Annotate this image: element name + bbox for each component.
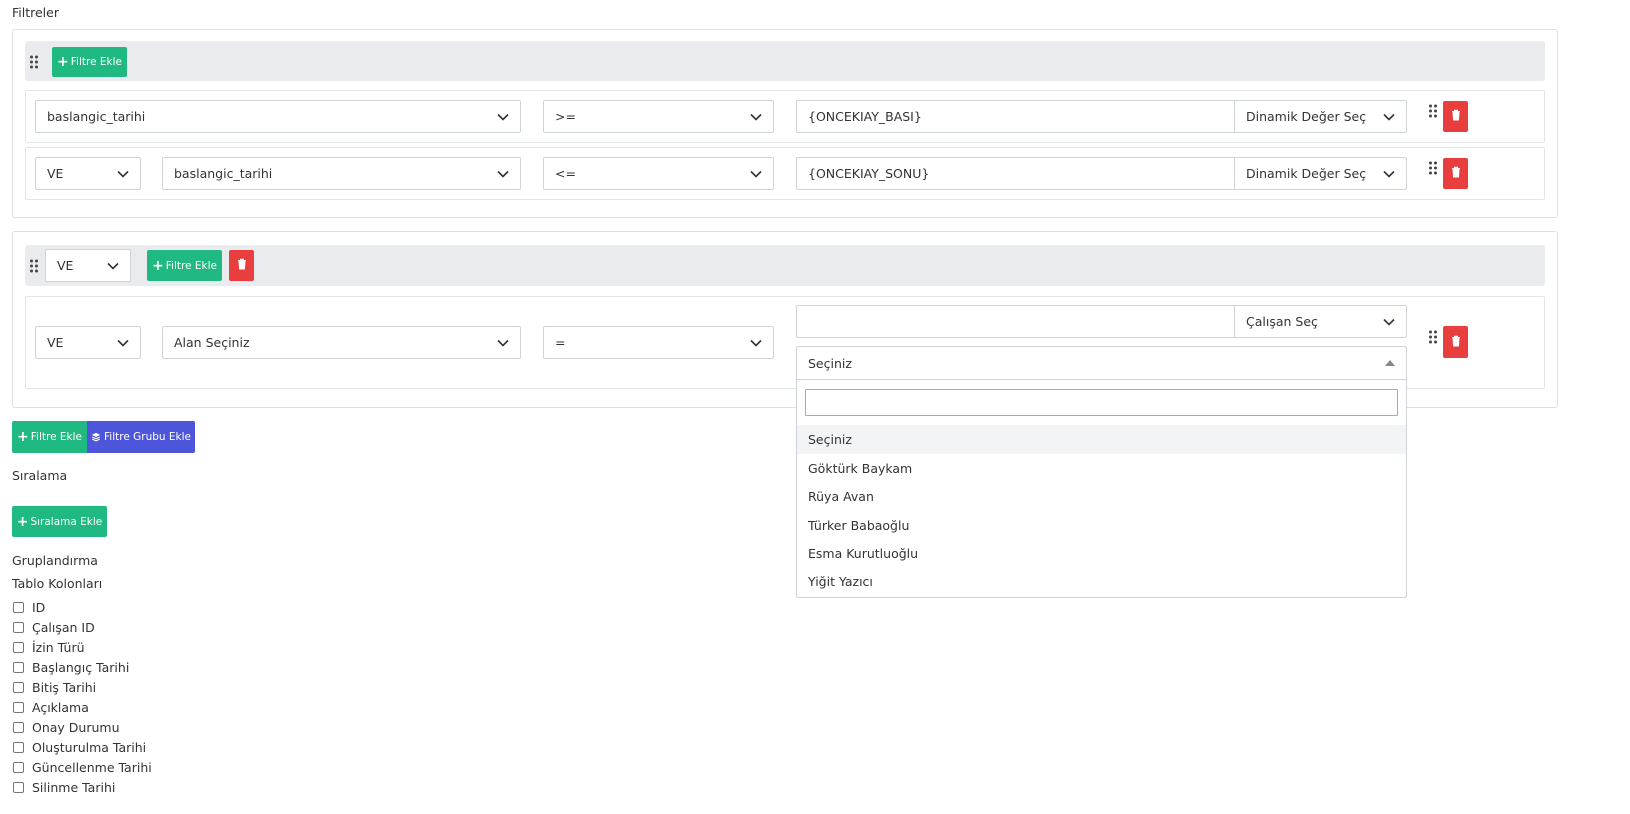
delete-row-button[interactable] <box>1443 158 1468 189</box>
grouping-title: Gruplandırma <box>12 553 98 568</box>
dropdown-option[interactable]: Esma Kurutluoğlu <box>797 539 1406 568</box>
value-input[interactable]: {ONCEKIAY_SONU} <box>796 157 1235 190</box>
add-filter-group-button[interactable]: Filtre Grubu Ekle <box>87 421 195 453</box>
employee-dropdown: Seçiniz Göktürk Baykam Rüya Avan Türker … <box>796 379 1407 598</box>
trash-icon <box>1451 166 1461 181</box>
plus-icon: + <box>152 257 164 274</box>
column-checkbox[interactable]: Başlangıç Tarihi <box>13 657 313 677</box>
checkbox[interactable] <box>13 761 24 773</box>
chevron-down-icon <box>497 339 509 347</box>
add-filter-button[interactable]: + Filtre Ekle <box>147 250 222 281</box>
column-checkbox[interactable]: Silinme Tarihi <box>13 777 313 797</box>
field-select[interactable]: Alan Seçiniz <box>162 326 521 359</box>
caret-up-icon <box>1385 360 1395 366</box>
chevron-down-icon <box>497 113 509 121</box>
value-type-select[interactable]: Dinamik Değer Seç <box>1234 100 1407 133</box>
connector-select[interactable]: VE <box>35 157 141 190</box>
drag-handle-icon[interactable] <box>28 54 40 70</box>
checkbox[interactable] <box>13 641 24 653</box>
chevron-down-icon <box>750 339 762 347</box>
operator-select[interactable]: = <box>543 326 774 359</box>
dropdown-option[interactable]: Yiğit Yazıcı <box>797 567 1406 596</box>
trash-icon <box>237 258 247 273</box>
chevron-down-icon <box>497 170 509 178</box>
plus-icon: + <box>57 54 69 70</box>
checkbox[interactable] <box>13 621 24 633</box>
column-checkbox[interactable]: Çalışan ID <box>13 617 313 637</box>
drag-handle-icon[interactable] <box>1427 160 1439 176</box>
dropdown-option[interactable]: Seçiniz <box>797 425 1406 454</box>
dropdown-option[interactable]: Rüya Avan <box>797 482 1406 511</box>
columns-checkbox-list: ID Çalışan ID İzin Türü Başlangıç Tarihi… <box>13 597 313 797</box>
field-select[interactable]: baslangic_tarihi <box>35 100 521 133</box>
drag-handle-icon[interactable] <box>1427 103 1439 119</box>
chevron-down-icon <box>1383 318 1395 326</box>
column-checkbox[interactable]: Bitiş Tarihi <box>13 677 313 697</box>
columns-title: Tablo Kolonları <box>12 576 103 591</box>
field-select[interactable]: baslangic_tarihi <box>162 157 521 190</box>
add-sort-button[interactable]: + Sıralama Ekle <box>12 506 107 537</box>
checkbox[interactable] <box>13 701 24 713</box>
chevron-down-icon <box>750 170 762 178</box>
plus-icon: + <box>16 513 29 530</box>
value-input[interactable] <box>796 305 1235 338</box>
trash-icon <box>1451 109 1461 124</box>
operator-select[interactable]: <= <box>543 157 774 190</box>
add-filter-button[interactable]: + Filtre Ekle <box>12 421 87 453</box>
sorting-title: Sıralama <box>12 468 68 483</box>
delete-row-button[interactable] <box>1443 326 1468 358</box>
column-checkbox[interactable]: Güncellenme Tarihi <box>13 757 313 777</box>
group-connector-select[interactable]: VE <box>45 249 131 282</box>
drag-handle-icon[interactable] <box>1427 329 1439 345</box>
checkbox[interactable] <box>13 741 24 753</box>
column-checkbox[interactable]: Açıklama <box>13 697 313 717</box>
connector-select[interactable]: VE <box>35 326 141 359</box>
filters-title: Filtreler <box>12 5 59 20</box>
column-checkbox[interactable]: Onay Durumu <box>13 717 313 737</box>
chevron-down-icon <box>107 262 119 270</box>
chevron-down-icon <box>117 339 129 347</box>
dropdown-search-input[interactable] <box>805 389 1398 416</box>
drag-handle-icon[interactable] <box>28 258 40 274</box>
chevron-down-icon <box>750 113 762 121</box>
operator-select[interactable]: >= <box>543 100 774 133</box>
chevron-down-icon <box>117 170 129 178</box>
checkbox[interactable] <box>13 601 24 613</box>
delete-group-button[interactable] <box>229 250 254 281</box>
layers-icon <box>91 432 101 442</box>
dropdown-option[interactable]: Göktürk Baykam <box>797 454 1406 483</box>
value-input[interactable]: {ONCEKIAY_BASI} <box>796 100 1235 133</box>
trash-icon <box>1451 335 1461 350</box>
column-checkbox[interactable]: ID <box>13 597 313 617</box>
checkbox[interactable] <box>13 661 24 673</box>
chevron-down-icon <box>1383 170 1395 178</box>
column-checkbox[interactable]: Oluşturulma Tarihi <box>13 737 313 757</box>
filter-group-1-toolbar <box>25 41 1545 81</box>
checkbox[interactable] <box>13 781 24 793</box>
dropdown-option[interactable]: Türker Babaoğlu <box>797 511 1406 540</box>
value-type-select[interactable]: Dinamik Değer Seç <box>1234 157 1407 190</box>
chevron-down-icon <box>1383 113 1395 121</box>
checkbox[interactable] <box>13 681 24 693</box>
plus-icon: + <box>17 429 29 445</box>
checkbox[interactable] <box>13 721 24 733</box>
column-checkbox[interactable]: İzin Türü <box>13 637 313 657</box>
delete-row-button[interactable] <box>1443 101 1468 132</box>
employee-select[interactable]: Seçiniz <box>796 346 1407 380</box>
value-type-select[interactable]: Çalışan Seç <box>1234 305 1407 338</box>
add-filter-button[interactable]: + Filtre Ekle <box>52 47 127 77</box>
